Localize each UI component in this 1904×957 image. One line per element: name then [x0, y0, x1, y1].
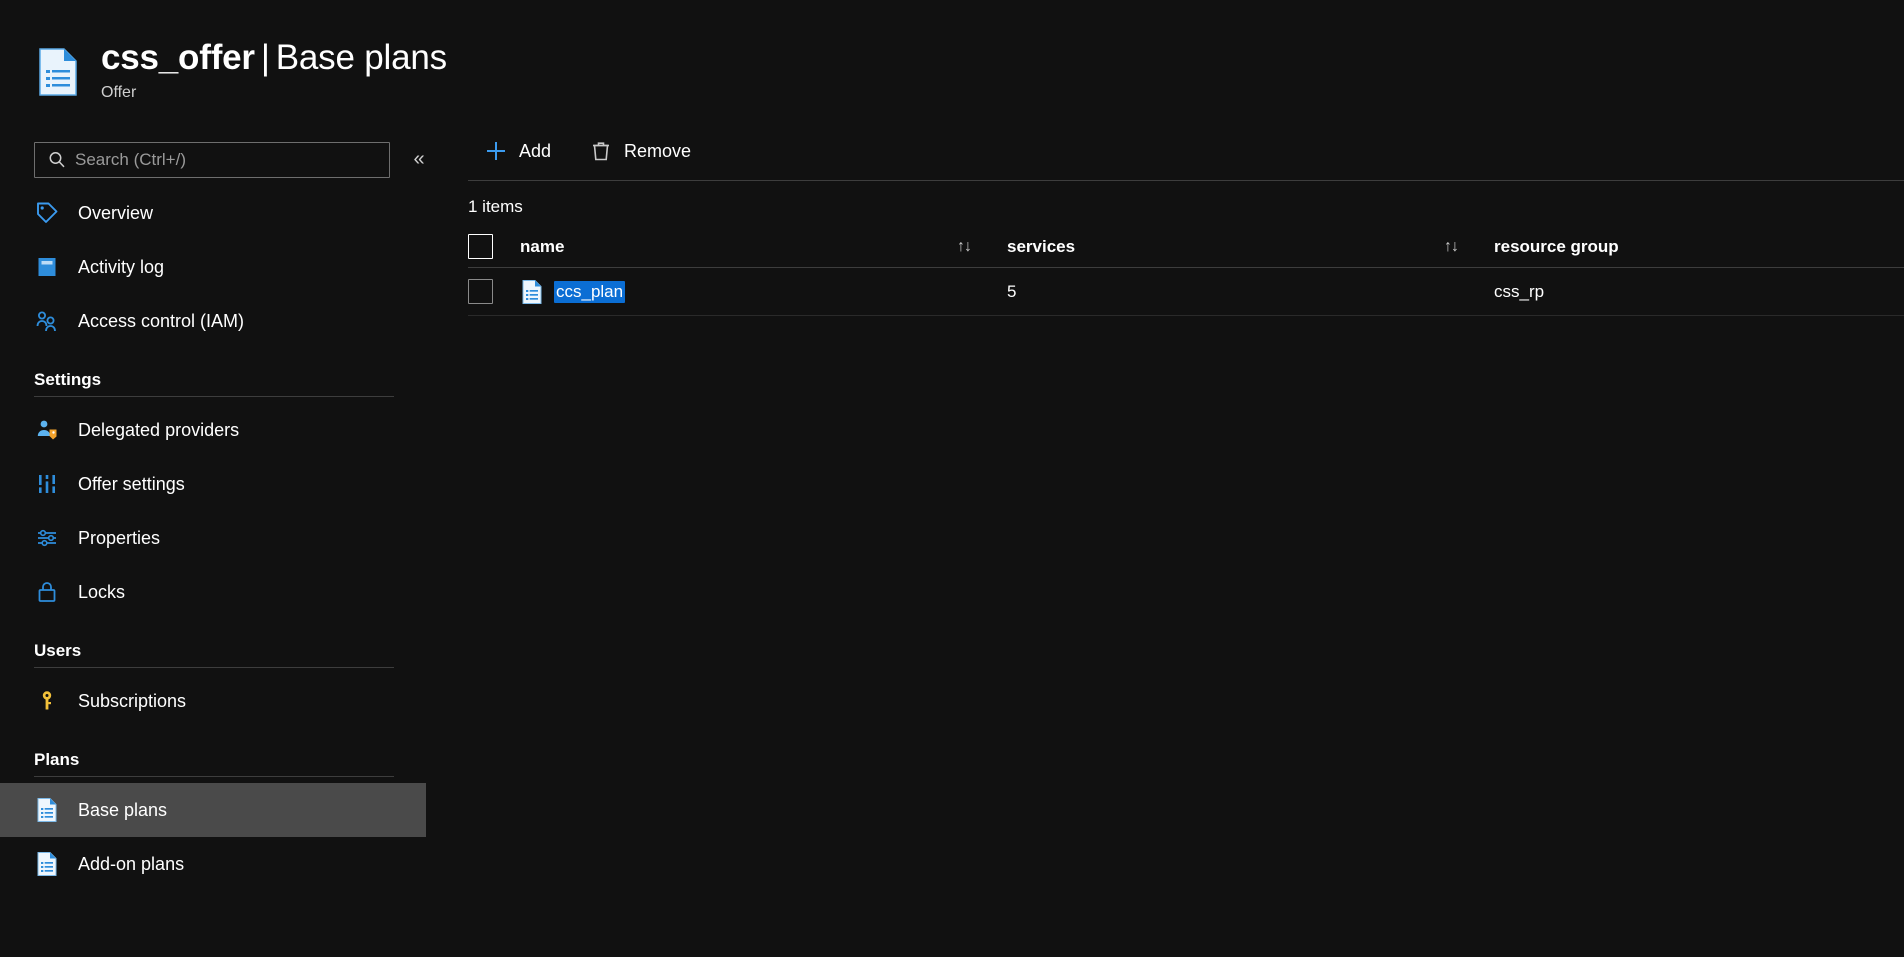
sidebar-group-title-settings: Settings: [0, 370, 452, 390]
sliders-horizontal-icon: [34, 525, 60, 551]
plus-icon: [484, 139, 508, 163]
plans-table: name ↑↓ services ↑↓ resource group: [468, 226, 1904, 316]
sidebar-item-offer-settings[interactable]: Offer settings: [0, 457, 452, 511]
sidebar-item-label: Access control (IAM): [78, 311, 244, 332]
command-bar: Add Remove: [452, 122, 1904, 180]
sidebar-item-access-control[interactable]: Access control (IAM): [0, 294, 452, 348]
column-header-name-label: name: [520, 237, 564, 257]
add-button[interactable]: Add: [482, 135, 553, 167]
items-count-label: 1 items: [468, 197, 523, 217]
activity-log-icon: [34, 254, 60, 280]
sidebar-search-row: «: [0, 142, 452, 178]
offer-document-icon: [34, 46, 82, 98]
sidebar-item-label: Overview: [78, 203, 153, 224]
row-select-cell: [468, 279, 520, 304]
sidebar-item-label: Delegated providers: [78, 420, 239, 441]
cell-resource-group: css_rp: [1494, 282, 1894, 302]
sidebar-nav: Overview Activity log: [0, 186, 452, 891]
cell-services-value: 5: [1007, 282, 1016, 302]
column-header-resource-group-label: resource group: [1494, 237, 1619, 257]
add-button-label: Add: [519, 141, 551, 162]
column-header-name[interactable]: name ↑↓: [520, 237, 1007, 257]
plan-document-icon: [34, 851, 60, 877]
sidebar-item-subscriptions[interactable]: Subscriptions: [0, 674, 452, 728]
resource-name: css_offer: [101, 38, 255, 77]
sliders-vertical-icon: [34, 471, 60, 497]
search-box[interactable]: [34, 142, 390, 178]
sidebar-item-label: Properties: [78, 528, 160, 549]
select-all-checkbox[interactable]: [468, 234, 493, 259]
sidebar-group-divider: [34, 667, 394, 668]
row-checkbox[interactable]: [468, 279, 493, 304]
table-row[interactable]: ccs_plan 5 css_rp: [468, 268, 1904, 316]
sidebar-item-label: Subscriptions: [78, 691, 186, 712]
search-icon: [47, 150, 67, 170]
tag-icon: [34, 200, 60, 226]
content-pane: Add Remove 1 items: [452, 122, 1904, 957]
sidebar-item-label: Add-on plans: [78, 854, 184, 875]
search-input[interactable]: [75, 150, 375, 170]
sidebar-item-overview[interactable]: Overview: [0, 186, 452, 240]
sidebar-item-delegated-providers[interactable]: Delegated providers: [0, 403, 452, 457]
users-icon: [34, 308, 60, 334]
page-title-block: css_offer|Base plans Offer: [101, 36, 447, 104]
remove-button[interactable]: Remove: [587, 135, 693, 167]
page-subtitle: Offer: [101, 82, 447, 104]
sidebar-item-properties[interactable]: Properties: [0, 511, 452, 565]
table-header-row: name ↑↓ services ↑↓ resource group: [468, 226, 1904, 268]
sidebar-item-label: Offer settings: [78, 474, 185, 495]
page-title: css_offer|Base plans: [101, 36, 447, 80]
sidebar-group-title-users: Users: [0, 641, 452, 661]
cell-name-value[interactable]: ccs_plan: [554, 281, 625, 303]
remove-button-label: Remove: [624, 141, 691, 162]
sidebar: « Overview: [0, 122, 452, 957]
cell-services: 5: [1007, 282, 1494, 302]
sidebar-item-label: Activity log: [78, 257, 164, 278]
sidebar-item-add-on-plans[interactable]: Add-on plans: [0, 837, 452, 891]
delegated-providers-icon: [34, 417, 60, 443]
sidebar-group-divider: [34, 396, 394, 397]
sidebar-item-locks[interactable]: Locks: [0, 565, 452, 619]
key-icon: [34, 688, 60, 714]
sidebar-group-divider: [34, 776, 394, 777]
sidebar-group-title-plans: Plans: [0, 750, 452, 770]
command-bar-divider: [468, 180, 1904, 181]
sidebar-item-activity-log[interactable]: Activity log: [0, 240, 452, 294]
plan-document-icon: [520, 279, 544, 305]
azure-portal-blade: css_offer|Base plans Offer «: [0, 0, 1904, 957]
select-all-cell: [468, 234, 520, 259]
blade-header: css_offer|Base plans Offer: [0, 0, 1904, 122]
column-header-resource-group[interactable]: resource group: [1494, 237, 1894, 257]
collapse-sidebar-button[interactable]: «: [404, 144, 434, 174]
sidebar-item-base-plans[interactable]: Base plans: [0, 783, 426, 837]
cell-resource-group-value: css_rp: [1494, 282, 1544, 302]
column-header-services-label: services: [1007, 237, 1075, 257]
column-header-services[interactable]: services ↑↓: [1007, 237, 1494, 257]
sidebar-item-label: Locks: [78, 582, 125, 603]
lock-icon: [34, 579, 60, 605]
cell-name[interactable]: ccs_plan: [520, 279, 1007, 305]
sort-icon[interactable]: ↑↓: [957, 238, 971, 256]
title-separator: |: [255, 38, 276, 77]
sidebar-item-label: Base plans: [78, 800, 167, 821]
plan-document-icon: [34, 797, 60, 823]
page-name: Base plans: [276, 38, 447, 77]
sort-icon[interactable]: ↑↓: [1444, 238, 1458, 256]
trash-icon: [589, 139, 613, 163]
